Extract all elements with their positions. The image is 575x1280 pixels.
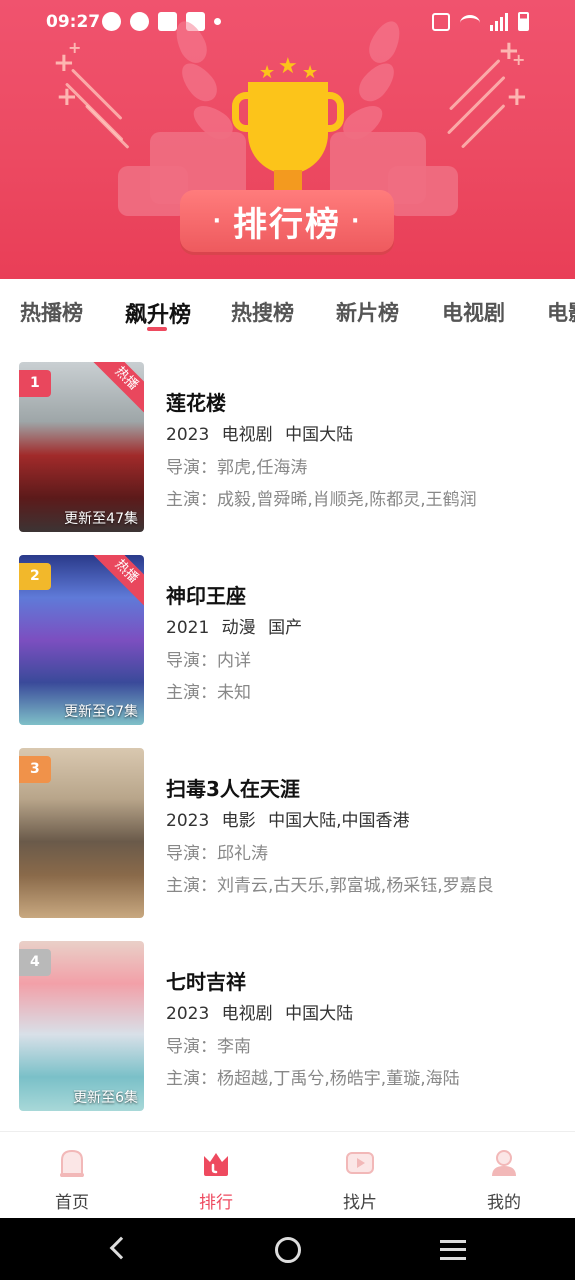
nav-ranking[interactable]: 排行 (144, 1132, 288, 1219)
home-icon (60, 1149, 84, 1177)
list-item[interactable]: 1 热播 更新至47集 莲花楼 2023 电视剧 中国大陆 导演：郭虎,任海涛 … (0, 341, 575, 532)
item-genre: 电影 (221, 811, 256, 831)
item-title[interactable]: 扫毒3人在天涯 (166, 773, 300, 802)
message-icon (102, 12, 121, 31)
item-region: 国产 (268, 618, 303, 638)
item-year: 2023 (166, 811, 210, 831)
item-director: 导演：邱礼涛 (166, 844, 268, 864)
battery-icon (518, 12, 529, 31)
bottom-navigation: 首页 排行 找片 我的 (0, 1131, 575, 1218)
ranking-banner: 09:27 + + + + + + ★ ★ ★ · 排行榜 · (0, 0, 575, 279)
ranking-title: 排行榜 (233, 204, 341, 245)
item-actors: 主演：未知 (166, 683, 251, 703)
system-status-icons (432, 12, 529, 31)
item-director: 导演：郭虎,任海涛 (166, 458, 308, 478)
rank-badge: 3 (19, 756, 51, 783)
poster-image[interactable]: 1 热播 更新至47集 (19, 362, 144, 532)
tab-movie[interactable]: 电影 (547, 297, 575, 327)
item-year: 2023 (166, 425, 210, 445)
item-year: 2021 (166, 618, 210, 638)
nav-label: 排行 (199, 1193, 233, 1213)
item-meta: 2023 电视剧 中国大陆 (166, 420, 360, 445)
poster-image[interactable]: 2 热播 更新至67集 (19, 555, 144, 725)
item-director: 导演：内详 (166, 651, 251, 671)
profile-icon (492, 1150, 516, 1176)
notification-icons (102, 12, 221, 31)
ranking-title-ribbon: · 排行榜 · (180, 190, 394, 252)
ranking-tabs: 热播榜 飙升榜 热搜榜 新片榜 电视剧 电影 (0, 279, 575, 341)
tab-hot-play[interactable]: 热播榜 (20, 297, 83, 327)
item-meta: 2023 电影 中国大陆,中国香港 (166, 806, 416, 831)
menu-icon[interactable] (440, 1240, 466, 1260)
nav-find[interactable]: 找片 (288, 1132, 432, 1219)
item-actors: 主演：成毅,曾舜晞,肖顺尧,陈都灵,王鹤润 (166, 490, 477, 510)
active-tab-indicator (147, 327, 167, 331)
update-status: 更新至67集 (64, 704, 138, 720)
item-director: 导演：李南 (166, 1037, 251, 1057)
item-region: 中国大陆,中国香港 (268, 811, 410, 831)
nav-label: 首页 (55, 1193, 89, 1213)
item-meta: 2023 电视剧 中国大陆 (166, 999, 360, 1024)
tab-rising[interactable]: 飙升榜 (125, 297, 191, 329)
update-status: 更新至6集 (73, 1090, 138, 1106)
item-region: 中国大陆 (285, 425, 354, 445)
item-title[interactable]: 七时吉祥 (166, 966, 246, 995)
rank-badge: 4 (19, 949, 51, 976)
list-item[interactable]: 4 更新至6集 七时吉祥 2023 电视剧 中国大陆 导演：李南 主演：杨超越,… (0, 920, 575, 1111)
home-button-icon[interactable] (275, 1237, 301, 1263)
poster-image[interactable]: 3 (19, 748, 144, 918)
item-title[interactable]: 莲花楼 (166, 387, 226, 416)
crown-icon (204, 1153, 228, 1176)
list-item[interactable]: 3 扫毒3人在天涯 2023 电影 中国大陆,中国香港 导演：邱礼涛 主演：刘青… (0, 727, 575, 918)
status-bar: 09:27 (0, 0, 575, 46)
back-icon[interactable] (109, 1236, 133, 1260)
nav-label: 我的 (487, 1193, 521, 1213)
vibrate-icon (432, 13, 450, 31)
tab-tv-series[interactable]: 电视剧 (442, 297, 505, 327)
nav-profile[interactable]: 我的 (432, 1132, 575, 1219)
item-genre: 电视剧 (221, 425, 273, 445)
mail-icon (158, 12, 177, 31)
tab-hot-search[interactable]: 热搜榜 (231, 297, 294, 327)
nav-home[interactable]: 首页 (0, 1132, 144, 1219)
rank-badge: 1 (19, 370, 51, 397)
dot-icon (214, 18, 221, 25)
item-year: 2023 (166, 1004, 210, 1024)
item-actors: 主演：刘青云,古天乐,郭富城,杨采钰,罗嘉良 (166, 876, 494, 896)
item-meta: 2021 动漫 国产 (166, 613, 309, 638)
signal-icon (490, 13, 508, 31)
item-actors: 主演：杨超越,丁禹兮,杨皓宇,董璇,海陆 (166, 1069, 460, 1089)
tab-new-release[interactable]: 新片榜 (336, 297, 399, 327)
wifi-icon (460, 15, 480, 31)
item-genre: 动漫 (221, 618, 256, 638)
list-item[interactable]: 2 热播 更新至67集 神印王座 2021 动漫 国产 导演：内详 主演：未知 (0, 534, 575, 725)
item-genre: 电视剧 (221, 1004, 273, 1024)
item-region: 中国大陆 (285, 1004, 354, 1024)
speed-icon (130, 12, 149, 31)
system-navigation-bar (0, 1218, 575, 1280)
item-title[interactable]: 神印王座 (166, 580, 246, 609)
play-icon (346, 1152, 374, 1174)
poster-image[interactable]: 4 更新至6集 (19, 941, 144, 1111)
rank-badge: 2 (19, 563, 51, 590)
nav-label: 找片 (343, 1193, 377, 1213)
update-status: 更新至47集 (64, 511, 138, 527)
status-time: 09:27 (46, 12, 101, 32)
